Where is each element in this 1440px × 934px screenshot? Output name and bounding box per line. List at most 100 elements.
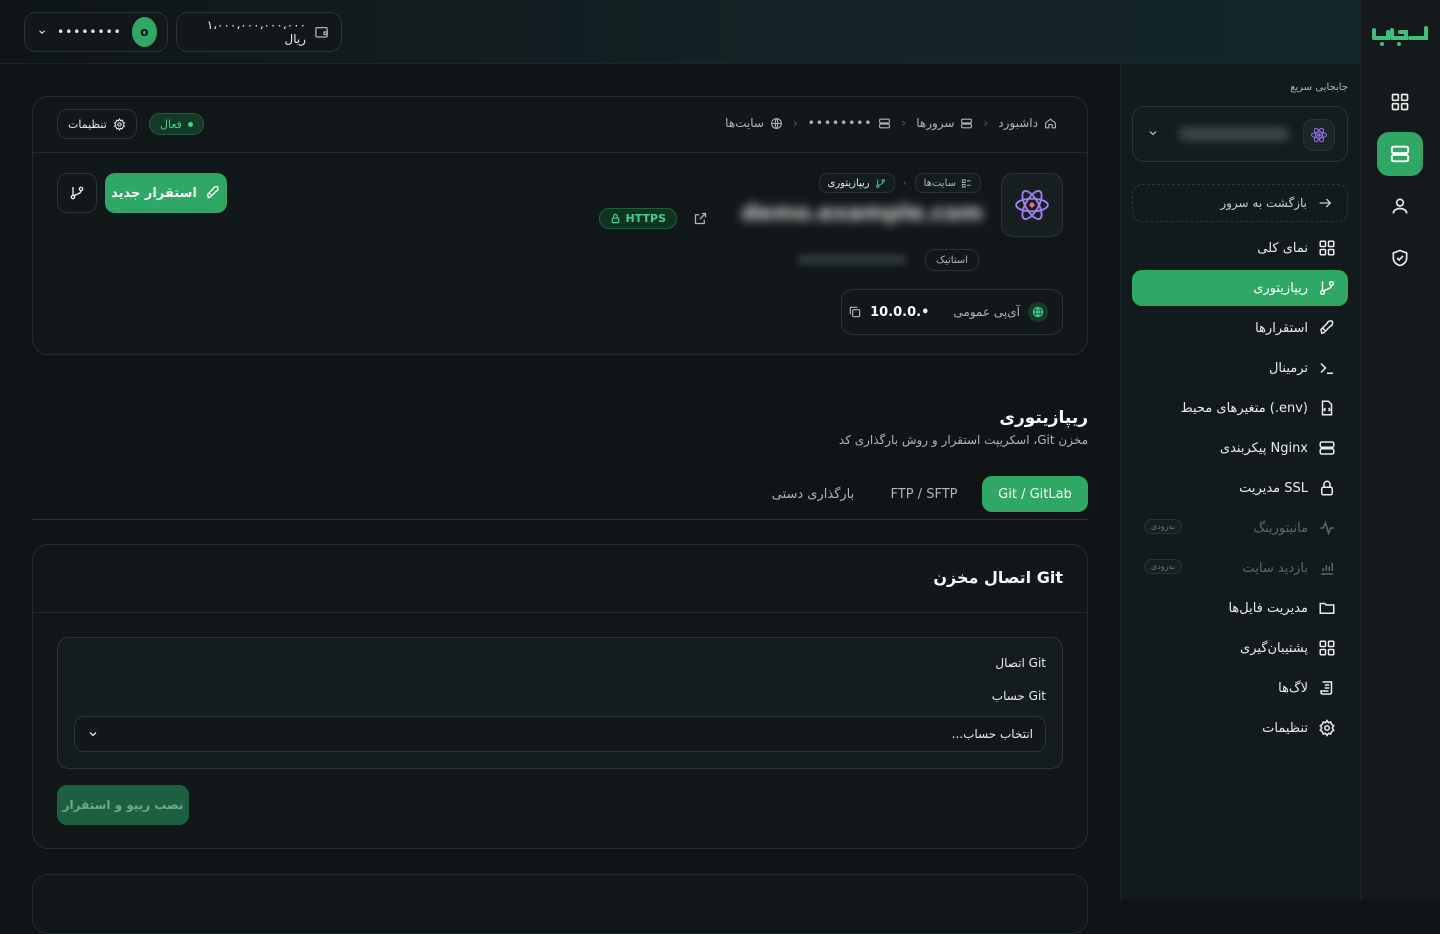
site-sidebar: جابجایی سریع بازگشت به سرور نمای کلی ریپ… (1120, 64, 1360, 900)
blurred-site-name (1179, 127, 1289, 141)
site-header-card: داشبورد ‹ سرورها ‹ •••••••• ‹ سایت‌ها فع… (32, 96, 1088, 355)
git-branch-icon (875, 178, 885, 188)
site-type-badge: استاتیک (925, 249, 979, 271)
bar-chart-icon (1321, 562, 1333, 575)
grid-icon (1391, 93, 1409, 111)
status-badge: فعال (149, 113, 204, 135)
breadcrumb-sites[interactable]: سایت‌ها (725, 116, 783, 130)
breadcrumb-servers[interactable]: سرورها (916, 116, 973, 130)
lock-icon (611, 213, 619, 224)
chevron-down-icon (1147, 127, 1159, 139)
grid-icon (1319, 240, 1335, 256)
git-account-panel: اتصال Git حساب Git انتخاب حساب... (57, 637, 1063, 769)
git-card-title: اتصال مخزن Git (933, 568, 1063, 587)
select-placeholder: انتخاب حساب... (951, 727, 1033, 741)
shield-check-icon (1392, 249, 1408, 267)
site-mini-breadcrumb: سایت‌ها ‹ ریپازیتوری (818, 173, 981, 193)
icon-rail (1360, 0, 1440, 900)
home-icon (1045, 117, 1056, 128)
nav-ssl[interactable]: مدیریت SSL (1132, 470, 1348, 506)
site-settings-button[interactable]: تنظیمات (57, 109, 137, 139)
rocket-icon (206, 185, 219, 199)
git-account-label: حساب Git (991, 689, 1046, 703)
gear-icon (113, 117, 125, 131)
react-logo-icon (1303, 119, 1335, 151)
rail-profile-button[interactable] (1377, 184, 1423, 228)
quick-switch-label: جابجایی سریع (1290, 82, 1348, 93)
breadcrumb: داشبورد ‹ سرورها ‹ •••••••• ‹ سایت‌ها (725, 116, 1057, 130)
folder-icon (1319, 602, 1335, 614)
install-and-deploy-button[interactable]: نصب ریپو و استقرار (57, 785, 189, 825)
top-bar: ۱،۰۰۰،۰۰۰،۰۰۰،۰۰۰ ریال •••••••• o (0, 0, 1360, 64)
globe-icon (771, 117, 782, 129)
back-label: بازگشت به سرور (1220, 196, 1307, 210)
nav-terminal[interactable]: ترمینال (1132, 350, 1348, 386)
back-to-server-link[interactable]: بازگشت به سرور (1132, 184, 1348, 222)
nav-deployments[interactable]: استقرارها (1132, 310, 1348, 346)
quick-switch-select[interactable] (1132, 106, 1348, 162)
arrow-right-icon (1319, 198, 1332, 208)
git-branch-icon (1319, 280, 1335, 296)
card-header: اتصال مخزن Git (33, 545, 1087, 613)
new-deploy-button[interactable]: استقرار جدید (105, 173, 227, 213)
mini-crumb-repository[interactable]: ریپازیتوری (818, 173, 895, 193)
nav-file-manager[interactable]: مدیریت فایل‌ها (1132, 590, 1348, 626)
ip-label: آی‌پی عمومی (953, 305, 1020, 319)
backup-grid-icon (1319, 640, 1335, 656)
terminal-icon (1320, 362, 1333, 374)
chevron-left-icon: ‹ (901, 116, 907, 130)
react-logo-icon (1001, 173, 1063, 237)
nav-overview[interactable]: نمای کلی (1132, 230, 1348, 266)
server-icon (879, 118, 891, 128)
git-connection-card: اتصال مخزن Git اتصال Git حساب Git انتخاب… (32, 544, 1088, 849)
pulse-icon (1320, 520, 1334, 536)
soon-badge: به‌زودی (1144, 519, 1183, 534)
chevron-left-icon: ‹ (983, 116, 989, 130)
balance-text: ۱،۰۰۰،۰۰۰،۰۰۰،۰۰۰ ریال (206, 18, 306, 46)
chevron-left-icon: ‹ (792, 116, 798, 130)
git-branch-icon (70, 186, 84, 200)
card-header: داشبورد ‹ سرورها ‹ •••••••• ‹ سایت‌ها فع… (33, 97, 1087, 153)
lock-icon (1321, 480, 1333, 496)
tab-manual-upload[interactable]: بارگذاری دستی (760, 476, 866, 512)
server-icon (1319, 441, 1335, 455)
nav-repository[interactable]: ریپازیتوری (1132, 270, 1348, 306)
rail-servers-button[interactable] (1377, 132, 1423, 176)
site-domain: demo.example.com (741, 201, 983, 226)
wallet-balance[interactable]: ۱،۰۰۰،۰۰۰،۰۰۰،۰۰۰ ریال (176, 12, 342, 52)
nav-nginx[interactable]: پیکربندی Nginx (1132, 430, 1348, 466)
branch-button[interactable] (57, 173, 97, 213)
tab-git[interactable]: Git / GitLab (982, 476, 1088, 512)
user-icon (1392, 198, 1408, 214)
nav-settings[interactable]: تنظیمات (1132, 710, 1348, 746)
mini-crumb-sites[interactable]: سایت‌ها (914, 173, 981, 193)
nav-monitoring: به‌زودی مانیتورینگ (1132, 510, 1348, 546)
rail-dashboard-button[interactable] (1377, 80, 1423, 124)
gear-icon (1319, 719, 1335, 737)
list-icon (961, 178, 971, 188)
nav-backup[interactable]: پشتیبان‌گیری (1132, 630, 1348, 666)
rocket-icon (1320, 320, 1334, 335)
nav-logs[interactable]: لاگ‌ها (1132, 670, 1348, 706)
breadcrumb-server[interactable]: •••••••• (808, 116, 892, 130)
avatar: o (131, 17, 157, 47)
section-subtitle: مخزن Git، اسکریپت استقرار و روش بارگذاری… (838, 433, 1088, 447)
public-ip-box: 10.0.0.• آی‌پی عمومی (841, 289, 1063, 335)
breadcrumb-dashboard[interactable]: داشبورد (998, 116, 1057, 130)
user-menu[interactable]: •••••••• o (24, 12, 168, 52)
external-link-icon[interactable] (689, 207, 711, 229)
copy-icon[interactable] (848, 305, 862, 319)
next-card (32, 874, 1088, 934)
nav-env-variables[interactable]: متغیرهای محیط (.env) (1132, 390, 1348, 426)
scroll-icon (1320, 681, 1333, 695)
blurred-path (797, 254, 907, 265)
https-badge: HTTPS (598, 208, 677, 229)
rail-security-button[interactable] (1377, 236, 1423, 280)
tab-ftp[interactable]: FTP / SFTP (876, 476, 972, 512)
file-code-icon (1321, 400, 1333, 416)
git-connection-label: اتصال Git (995, 656, 1046, 670)
brand-logo[interactable] (1370, 22, 1430, 48)
upload-method-tabs: Git / GitLab FTP / SFTP بارگذاری دستی (32, 474, 1088, 520)
server-icon (961, 118, 973, 128)
git-account-select[interactable]: انتخاب حساب... (74, 716, 1046, 752)
